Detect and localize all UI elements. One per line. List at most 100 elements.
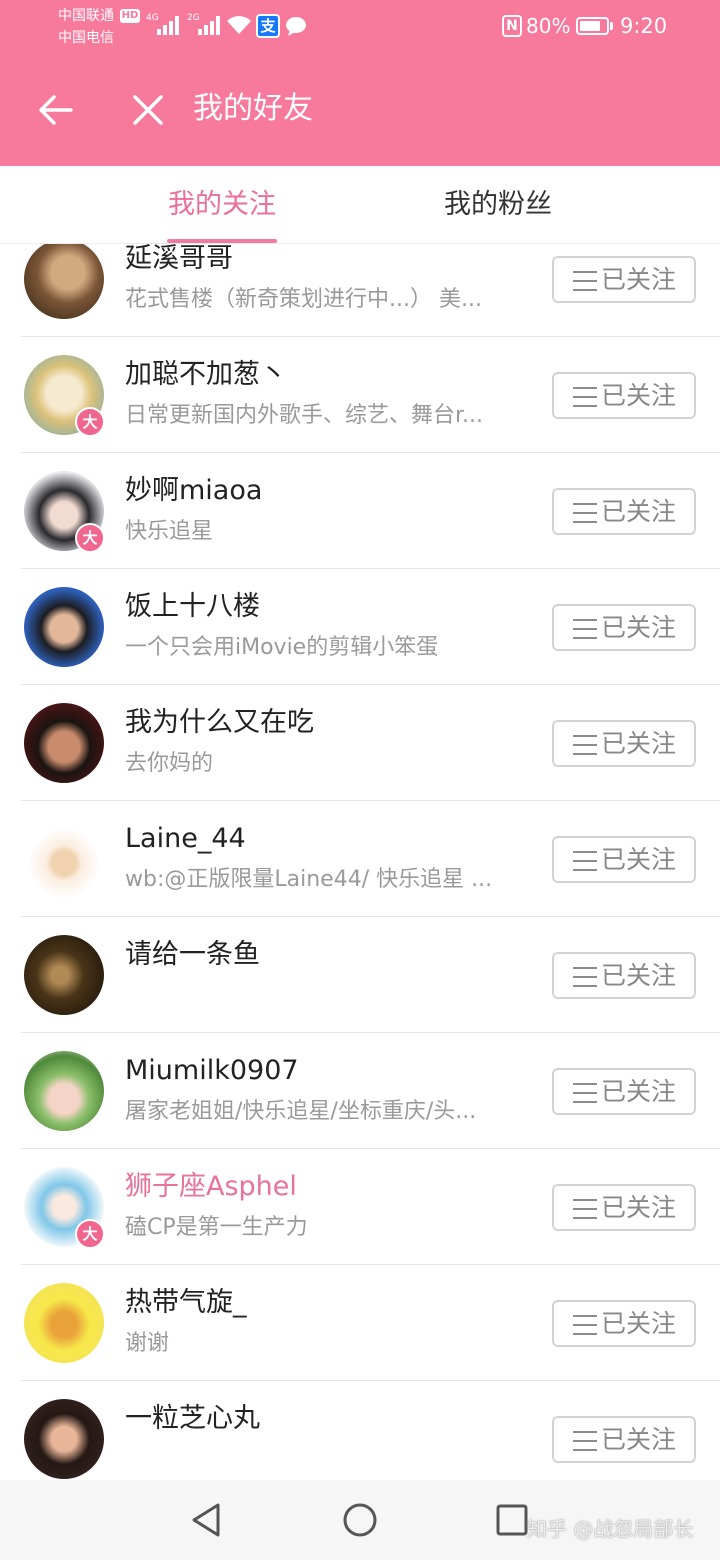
followed-button-label: 已关注 (601, 381, 677, 410)
followed-button[interactable]: 已关注 (552, 372, 696, 419)
followed-button[interactable]: 已关注 (552, 1416, 696, 1463)
followed-button-label: 已关注 (601, 613, 677, 642)
list-item[interactable]: 大 请给一条鱼 已关注 (0, 917, 720, 1033)
user-bio: 快乐追星 (125, 519, 214, 544)
menu-icon (573, 1314, 597, 1335)
header: 中国联通 HD 中国电信 4G 2G 支 N 80% 9:20 我的好友 (0, 0, 720, 166)
user-name[interactable]: 狮子座Asphel (125, 1170, 297, 1204)
avatar[interactable]: 大 (24, 935, 104, 1015)
carrier-secondary: 中国电信 (58, 30, 114, 46)
followed-button-label: 已关注 (601, 961, 677, 990)
followed-button-label: 已关注 (601, 1425, 677, 1454)
list-item[interactable]: 大 饭上十八楼 一个只会用iMovie的剪辑小笨蛋 已关注 (0, 569, 720, 685)
app-screen: 中国联通 HD 中国电信 4G 2G 支 N 80% 9:20 我的好友 我的关… (0, 0, 720, 1560)
list-item[interactable]: 大 妙啊miaoa 快乐追星 已关注 (0, 453, 720, 569)
list-item[interactable]: 大 Miumilk0907 屠家老姐姐/快乐追星/坐标重庆/头... 已关注 (0, 1033, 720, 1149)
arrow-left-icon[interactable] (38, 94, 74, 126)
avatar[interactable]: 大 (24, 1399, 104, 1479)
avatar[interactable]: 大 (24, 1051, 104, 1131)
list-item[interactable]: 大 热带气旋_ 谢谢 已关注 (0, 1265, 720, 1381)
user-bio: 谢谢 (125, 1331, 170, 1356)
battery-icon (576, 17, 609, 35)
back-triangle-icon[interactable] (190, 1502, 222, 1538)
followed-button[interactable]: 已关注 (552, 256, 696, 303)
avatar[interactable]: 大 (24, 819, 104, 899)
followed-button-label: 已关注 (601, 497, 677, 526)
avatar[interactable]: 大 (24, 1167, 105, 1249)
menu-icon (573, 1198, 597, 1219)
followed-button-label: 已关注 (601, 1193, 677, 1222)
user-name[interactable]: Laine_44 (125, 822, 246, 856)
wifi-icon (227, 16, 251, 34)
followed-button[interactable]: 已关注 (552, 720, 696, 767)
avatar[interactable]: 大 (24, 355, 105, 437)
avatar[interactable]: 大 (24, 703, 104, 783)
list-item[interactable]: 大 加聪不加葱丶 日常更新国内外歌手、综艺、舞台r... 已关注 (0, 337, 720, 453)
verified-badge: 大 (75, 1219, 105, 1249)
following-list[interactable]: 大 延溪哥哥 花式售楼（新奇策划进行中...） 美... 已关注 大 加聪不加葱… (0, 244, 720, 1480)
user-bio: wb:@正版限量Laine44/ 快乐追星 ... (125, 867, 493, 892)
user-name[interactable]: Miumilk0907 (125, 1054, 299, 1088)
alipay-icon: 支 (256, 14, 280, 38)
tab-followers[interactable]: 我的粉丝 (413, 186, 583, 224)
user-bio: 磕CP是第一生产力 (125, 1215, 308, 1240)
list-item[interactable]: 大 狮子座Asphel 磕CP是第一生产力 已关注 (0, 1149, 720, 1265)
list-item[interactable]: 大 Laine_44 wb:@正版限量Laine44/ 快乐追星 ... 已关注 (0, 801, 720, 917)
user-name[interactable]: 饭上十八楼 (125, 590, 260, 624)
carrier-primary: 中国联通 (58, 8, 114, 24)
user-bio: 花式售楼（新奇策划进行中...） 美... (125, 287, 482, 312)
menu-icon (573, 618, 597, 639)
signal-icon (198, 16, 220, 35)
user-name[interactable]: 热带气旋_ (125, 1286, 247, 1320)
active-tab-indicator (167, 239, 277, 243)
verified-badge: 大 (75, 523, 105, 553)
user-bio: 去你妈的 (125, 751, 214, 776)
menu-icon (573, 850, 597, 871)
followed-button[interactable]: 已关注 (552, 1068, 696, 1115)
battery-nub (610, 22, 613, 30)
followed-button[interactable]: 已关注 (552, 488, 696, 535)
user-bio: 一个只会用iMovie的剪辑小笨蛋 (125, 635, 439, 660)
watermark: 知乎 @战忽局部长 (527, 1517, 694, 1541)
followed-button-label: 已关注 (601, 265, 677, 294)
followed-button[interactable]: 已关注 (552, 836, 696, 883)
followed-button-label: 已关注 (601, 845, 677, 874)
home-circle-icon[interactable] (343, 1503, 377, 1537)
followed-button[interactable]: 已关注 (552, 604, 696, 651)
avatar[interactable]: 大 (24, 587, 104, 667)
list-item[interactable]: 大 延溪哥哥 花式售楼（新奇策划进行中...） 美... 已关注 (0, 244, 720, 337)
menu-icon (573, 386, 597, 407)
close-icon[interactable] (132, 94, 164, 126)
hd-badge: HD (120, 9, 140, 23)
menu-icon (573, 1430, 597, 1451)
menu-icon (573, 734, 597, 755)
recent-apps-square-icon[interactable] (496, 1504, 528, 1536)
clock: 9:20 (620, 14, 668, 38)
list-item[interactable]: 大 我为什么又在吃 去你妈的 已关注 (0, 685, 720, 801)
followed-button[interactable]: 已关注 (552, 1300, 696, 1347)
avatar[interactable]: 大 (24, 471, 105, 553)
user-bio: 屠家老姐姐/快乐追星/坐标重庆/头... (125, 1099, 477, 1124)
tab-bar: 我的关注 我的粉丝 (0, 166, 720, 244)
user-name[interactable]: 妙啊miaoa (125, 474, 262, 508)
followed-button-label: 已关注 (601, 1309, 677, 1338)
followed-button-label: 已关注 (601, 729, 677, 758)
user-name[interactable]: 我为什么又在吃 (125, 706, 314, 740)
page-title: 我的好友 (193, 91, 313, 126)
followed-button[interactable]: 已关注 (552, 1184, 696, 1231)
menu-icon (573, 966, 597, 987)
tab-following[interactable]: 我的关注 (137, 186, 307, 224)
chat-bubble-icon (286, 17, 306, 36)
list-item[interactable]: 大 一粒芝心丸 已关注 (0, 1381, 720, 1480)
signal-icon (157, 16, 179, 35)
user-name[interactable]: 一粒芝心丸 (125, 1402, 260, 1436)
battery-percent: 80% (526, 14, 571, 38)
followed-button[interactable]: 已关注 (552, 952, 696, 999)
user-name[interactable]: 加聪不加葱丶 (125, 358, 287, 392)
avatar[interactable]: 大 (24, 1283, 104, 1363)
menu-icon (573, 1082, 597, 1103)
user-name[interactable]: 延溪哥哥 (125, 244, 233, 276)
avatar[interactable]: 大 (24, 244, 104, 319)
user-name[interactable]: 请给一条鱼 (125, 938, 260, 972)
user-bio: 日常更新国内外歌手、综艺、舞台r... (125, 403, 484, 428)
